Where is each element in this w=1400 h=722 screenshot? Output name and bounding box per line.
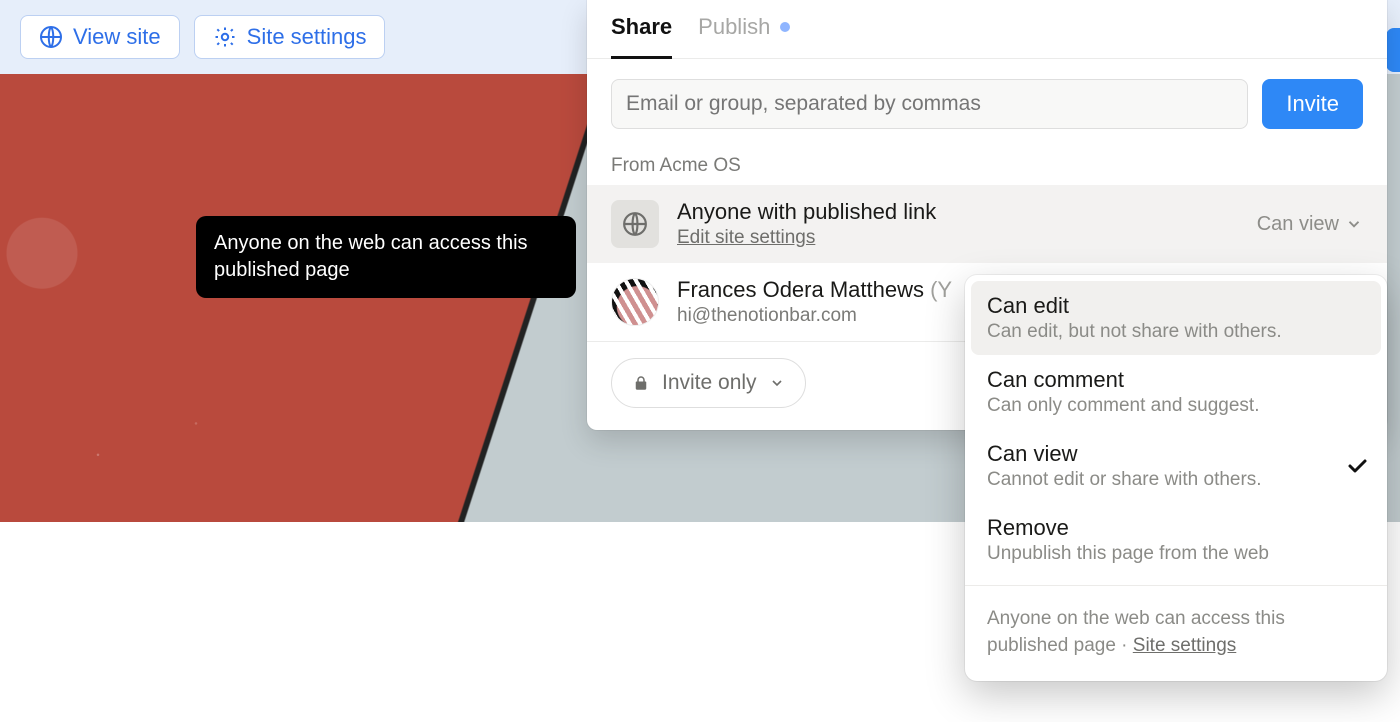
perm-option-sub: Can only comment and suggest. xyxy=(987,395,1365,417)
invite-button-label: Invite xyxy=(1286,91,1339,116)
primary-action-sliver[interactable] xyxy=(1386,28,1400,72)
globe-icon xyxy=(39,25,63,49)
invite-row: Invite xyxy=(587,59,1387,137)
perm-option-sub: Can edit, but not share with others. xyxy=(987,321,1365,343)
view-site-button[interactable]: View site xyxy=(20,15,180,59)
tab-share[interactable]: Share xyxy=(611,14,672,58)
invite-only-label: Invite only xyxy=(662,371,757,395)
dropdown-separator xyxy=(965,585,1387,586)
publish-indicator-dot xyxy=(780,22,790,32)
check-icon xyxy=(1345,454,1369,478)
perm-option-title: Can edit xyxy=(987,293,1365,319)
lock-icon xyxy=(632,374,650,392)
perm-option-title: Can view xyxy=(987,441,1365,467)
share-tabs: Share Publish xyxy=(587,0,1387,59)
perm-option-sub: Unpublish this page from the web xyxy=(987,543,1365,565)
perm-option-title: Can comment xyxy=(987,367,1365,393)
permission-dropdown-trigger[interactable]: Can view xyxy=(1257,213,1363,236)
chevron-down-icon xyxy=(1345,215,1363,233)
perm-option-can-view[interactable]: Can view Cannot edit or share with other… xyxy=(971,429,1381,503)
perm-option-can-comment[interactable]: Can comment Can only comment and suggest… xyxy=(971,355,1381,429)
permission-label: Can view xyxy=(1257,213,1339,236)
publish-tooltip: Anyone on the web can access this publis… xyxy=(196,216,576,298)
invite-input[interactable] xyxy=(611,79,1248,129)
dropdown-footer: Anyone on the web can access this publis… xyxy=(971,594,1381,675)
published-link-row[interactable]: Anyone with published link Edit site set… xyxy=(587,185,1387,263)
chevron-down-icon xyxy=(769,375,785,391)
tab-share-label: Share xyxy=(611,14,672,40)
invite-only-button[interactable]: Invite only xyxy=(611,358,806,408)
edit-site-settings-link[interactable]: Edit site settings xyxy=(677,227,815,249)
owner-you-suffix: (Y xyxy=(930,277,952,302)
from-workspace-label: From Acme OS xyxy=(587,137,1387,185)
site-settings-button[interactable]: Site settings xyxy=(194,15,386,59)
owner-name: Frances Odera Matthews xyxy=(677,277,924,302)
perm-option-sub: Cannot edit or share with others. xyxy=(987,469,1365,491)
perm-option-title: Remove xyxy=(987,515,1365,541)
perm-option-remove[interactable]: Remove Unpublish this page from the web xyxy=(971,503,1381,577)
invite-button[interactable]: Invite xyxy=(1262,79,1363,129)
gear-icon xyxy=(213,25,237,49)
avatar xyxy=(611,278,659,326)
site-settings-label: Site settings xyxy=(247,24,367,50)
published-link-text: Anyone with published link Edit site set… xyxy=(677,199,1239,249)
published-link-title: Anyone with published link xyxy=(677,199,1239,225)
globe-icon xyxy=(611,200,659,248)
permission-dropdown: Can edit Can edit, but not share with ot… xyxy=(965,275,1387,681)
view-site-label: View site xyxy=(73,24,161,50)
tooltip-text: Anyone on the web can access this publis… xyxy=(214,232,528,281)
tab-publish-label: Publish xyxy=(698,14,770,40)
dropdown-site-settings-link[interactable]: Site settings xyxy=(1133,635,1237,656)
perm-option-can-edit[interactable]: Can edit Can edit, but not share with ot… xyxy=(971,281,1381,355)
tab-publish[interactable]: Publish xyxy=(698,14,790,58)
